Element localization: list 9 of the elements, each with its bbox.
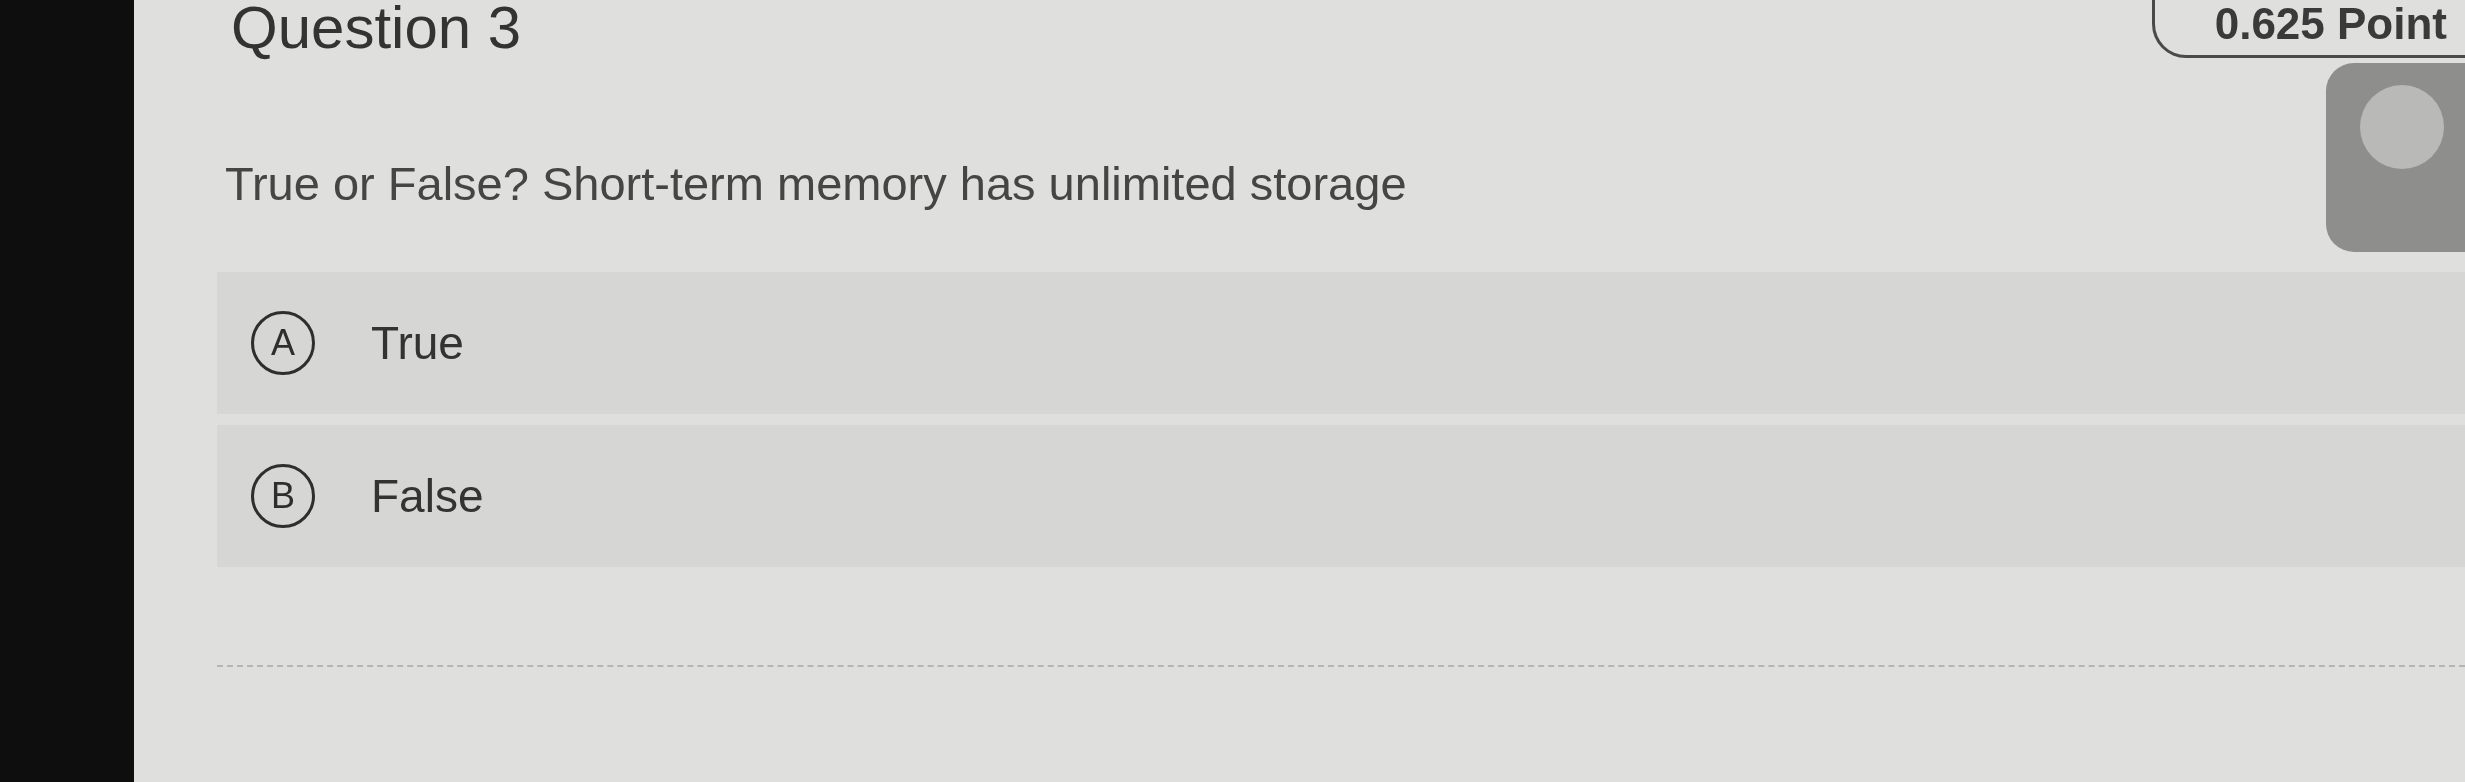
option-label: True [371,316,464,370]
option-letter: B [251,464,315,528]
answer-option[interactable]: A True [217,272,2465,414]
answer-option[interactable]: B False [217,425,2465,567]
option-label: False [371,469,484,523]
side-panel-tab[interactable] [2326,63,2465,252]
option-letter: A [251,311,315,375]
question-text: True or False? Short-term memory has unlimited storage [224,156,1407,212]
points-badge: 0.625 Point [2151,0,2465,58]
